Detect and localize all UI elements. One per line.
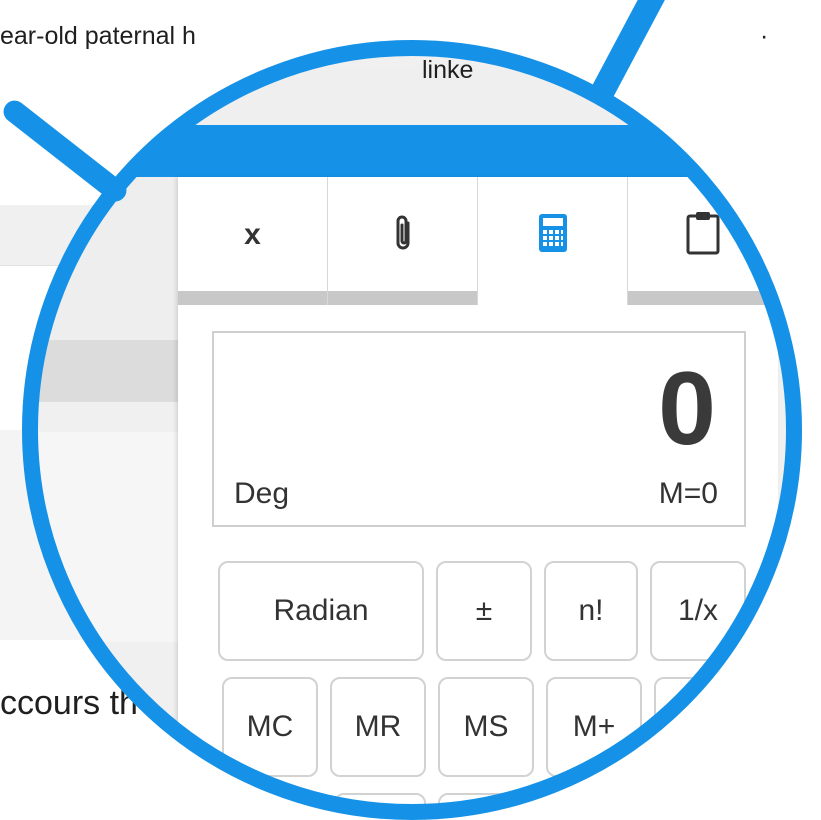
tab-notes[interactable] [628,177,778,305]
calculator-icon [538,213,568,258]
memory-recall-button[interactable]: MR [330,677,426,777]
background-answer-text: ccours th [0,684,138,722]
calculator-panel: x 0 Deg M=0 Radian ± n! 1/x MC MR MS M+ [178,177,778,820]
paperclip-icon [392,213,414,258]
calculator-display: 0 Deg M=0 [212,331,746,527]
lens-left-panel [22,432,182,642]
lens-passage-text: linke [422,56,474,84]
clipboard-icon [686,211,720,260]
radian-button[interactable]: Radian [218,561,424,661]
memory-indicator: M=0 [658,477,718,510]
calculator-key-partial[interactable] [334,793,426,820]
tab-attachments[interactable] [328,177,478,305]
lens-left-band-dark [22,340,182,402]
background-passage-text: ear-old paternal h [0,22,196,50]
calculator-tabs: x [178,177,778,305]
close-icon: x [244,218,261,251]
calculator-key-partial[interactable] [438,793,530,820]
memory-add-button[interactable]: M+ [546,677,642,777]
calculator-key-partial[interactable] [654,677,750,777]
tab-calculator[interactable] [478,177,628,305]
memory-store-button[interactable]: MS [438,677,534,777]
reciprocal-button[interactable]: 1/x [650,561,746,661]
memory-clear-button[interactable]: MC [222,677,318,777]
lens-header-band: linke [22,56,802,125]
calculator-header-bar [22,125,802,177]
display-value: 0 [658,351,716,467]
factorial-button[interactable]: n! [544,561,638,661]
background-dot: · [760,22,769,50]
tab-close[interactable]: x [178,177,328,305]
plus-minus-button[interactable]: ± [436,561,532,661]
angle-mode-indicator: Deg [234,477,290,510]
magnifier-lens: linke x 0 Deg M=0 Radian ± n! 1/x MC MR … [22,40,802,820]
